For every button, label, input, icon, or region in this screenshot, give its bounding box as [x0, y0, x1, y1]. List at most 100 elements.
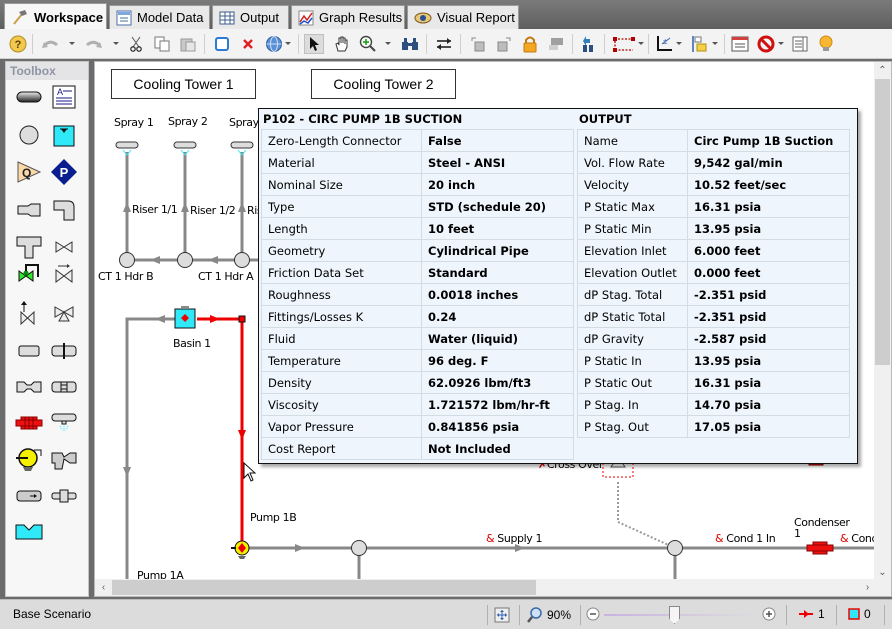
zoom-dropdown[interactable] — [385, 42, 391, 45]
show-details-button[interactable] — [790, 34, 810, 54]
general-component-tool[interactable] — [49, 446, 79, 474]
property-label: Fittings/Losses K — [261, 305, 422, 328]
align-dropdown[interactable] — [712, 42, 718, 45]
workspace-layers-button[interactable] — [730, 34, 750, 54]
branch-tool[interactable] — [14, 121, 44, 149]
pipe-drawing-button[interactable] — [612, 34, 636, 54]
screen-tool[interactable] — [49, 373, 79, 401]
scroll-up-button[interactable]: ⌃ — [874, 62, 891, 79]
vertical-scrollbar[interactable]: ⌃ ⌄ — [874, 62, 891, 581]
tab-label: Graph Results — [319, 10, 403, 25]
status-bar: Base Scenario 90% 1 0 — [0, 599, 892, 629]
bring-to-front-button[interactable] — [494, 34, 514, 54]
area-change-tool[interactable] — [14, 196, 44, 224]
send-to-back-button[interactable] — [468, 34, 488, 54]
tips-button[interactable] — [816, 34, 836, 54]
tab-visual-report[interactable]: Visual Report — [407, 5, 519, 29]
tab-model-data[interactable]: Model Data — [109, 5, 210, 29]
toolbox-panel: Toolbox A Q P — [5, 61, 89, 597]
assigned-pressure-tool[interactable]: P — [49, 158, 79, 186]
horizontal-scroll-thumb[interactable] — [112, 580, 536, 595]
zoom-in-status-button[interactable] — [762, 607, 776, 621]
global-edit-dropdown[interactable] — [285, 42, 291, 45]
property-value: 9,542 gal/min — [687, 151, 850, 174]
zoom-out-button[interactable] — [586, 607, 600, 621]
undo-button[interactable] — [40, 34, 60, 54]
scroll-right-button[interactable]: › — [859, 579, 876, 596]
scroll-left-button[interactable]: ‹ — [95, 579, 112, 596]
assigned-pressure-icon: P — [51, 159, 77, 185]
fit-to-window-button[interactable] — [494, 607, 510, 623]
riser-1-1-label: Riser 1/1 — [132, 203, 178, 216]
supply-branch-junction — [667, 540, 683, 556]
reservoir-tool[interactable] — [49, 121, 79, 149]
tab-workspace[interactable]: Workspace — [4, 3, 107, 30]
horizontal-scrollbar[interactable]: ‹ › — [95, 579, 891, 596]
relief-valve-tool[interactable] — [14, 299, 44, 327]
select-pointer-button[interactable] — [304, 34, 324, 54]
check-valve-tool[interactable] — [49, 259, 79, 287]
pump-tool[interactable] — [14, 446, 44, 474]
annotation-dropdown[interactable] — [676, 42, 682, 45]
paste-button[interactable] — [178, 34, 198, 54]
find-jump-button[interactable] — [578, 34, 598, 54]
dead-end-tool[interactable] — [14, 337, 44, 365]
delete-button[interactable] — [238, 34, 258, 54]
cut-button[interactable] — [126, 34, 146, 54]
valve-icon — [55, 241, 73, 253]
heat-exchanger-tool[interactable] — [14, 409, 44, 437]
bend-tool[interactable] — [49, 196, 79, 224]
zoom-slider-track[interactable] — [604, 614, 760, 616]
three-way-valve-tool[interactable] — [49, 299, 79, 327]
redo-button[interactable] — [84, 34, 104, 54]
property-label: Viscosity — [261, 393, 422, 416]
volume-balance-tool[interactable] — [49, 482, 79, 510]
annotation-button[interactable]: ± — [654, 34, 674, 54]
vertical-scroll-thumb[interactable] — [875, 79, 890, 365]
valve-tool[interactable] — [49, 233, 79, 261]
annotation-tool[interactable]: A — [49, 83, 79, 111]
find-jump-icon — [583, 36, 593, 52]
tab-output[interactable]: Output — [212, 5, 289, 29]
special-conditions-dropdown[interactable] — [778, 42, 784, 45]
align-button[interactable] — [690, 34, 710, 54]
property-label: Elevation Outlet — [577, 261, 688, 284]
input-row: Cost Report Not Included — [261, 437, 574, 460]
ct1-hdr-b-label: CT 1 Hdr B — [98, 270, 154, 283]
group-button[interactable] — [546, 34, 566, 54]
zoom-slider-thumb[interactable] — [669, 606, 680, 624]
assigned-flow-tool[interactable]: Q — [14, 158, 44, 186]
tab-graph-results[interactable]: Graph Results — [291, 5, 405, 29]
tee-tool[interactable] — [14, 233, 44, 261]
select-all-button[interactable] — [212, 34, 232, 54]
undo-dropdown[interactable] — [69, 42, 75, 45]
reverse-direction-button[interactable] — [434, 34, 454, 54]
copy-button[interactable] — [152, 34, 172, 54]
scenario-name[interactable]: Base Scenario — [13, 607, 91, 621]
zoom-percent: 90% — [547, 608, 572, 622]
dead-end-icon — [18, 345, 40, 357]
venturi-tool[interactable] — [14, 373, 44, 401]
open-channel-tool[interactable] — [14, 518, 44, 546]
output-table-icon — [219, 11, 235, 24]
property-label: Velocity — [577, 173, 688, 196]
help-button[interactable]: ? — [8, 34, 28, 54]
special-conditions-button[interactable] — [756, 34, 776, 54]
input-row: Material Steel - ANSI — [261, 151, 574, 174]
global-edit-button[interactable] — [264, 34, 284, 54]
orifice-tool[interactable] — [49, 337, 79, 365]
workspace-icon — [13, 10, 27, 25]
pipe-drawing-dropdown[interactable] — [638, 42, 644, 45]
pump-1b — [231, 540, 250, 559]
redo-dropdown[interactable] — [113, 42, 119, 45]
property-label: Fluid — [261, 327, 422, 350]
spray-discharge-tool[interactable] — [49, 409, 79, 437]
pan-button[interactable] — [332, 34, 352, 54]
find-button[interactable] — [400, 34, 420, 54]
lock-button[interactable] — [520, 34, 540, 54]
annotation-icon: ± — [657, 36, 672, 51]
filter-tool[interactable] — [14, 482, 44, 510]
control-valve-tool[interactable] — [14, 259, 44, 287]
pipe-tool[interactable] — [14, 83, 44, 111]
zoom-in-button[interactable] — [358, 34, 378, 54]
